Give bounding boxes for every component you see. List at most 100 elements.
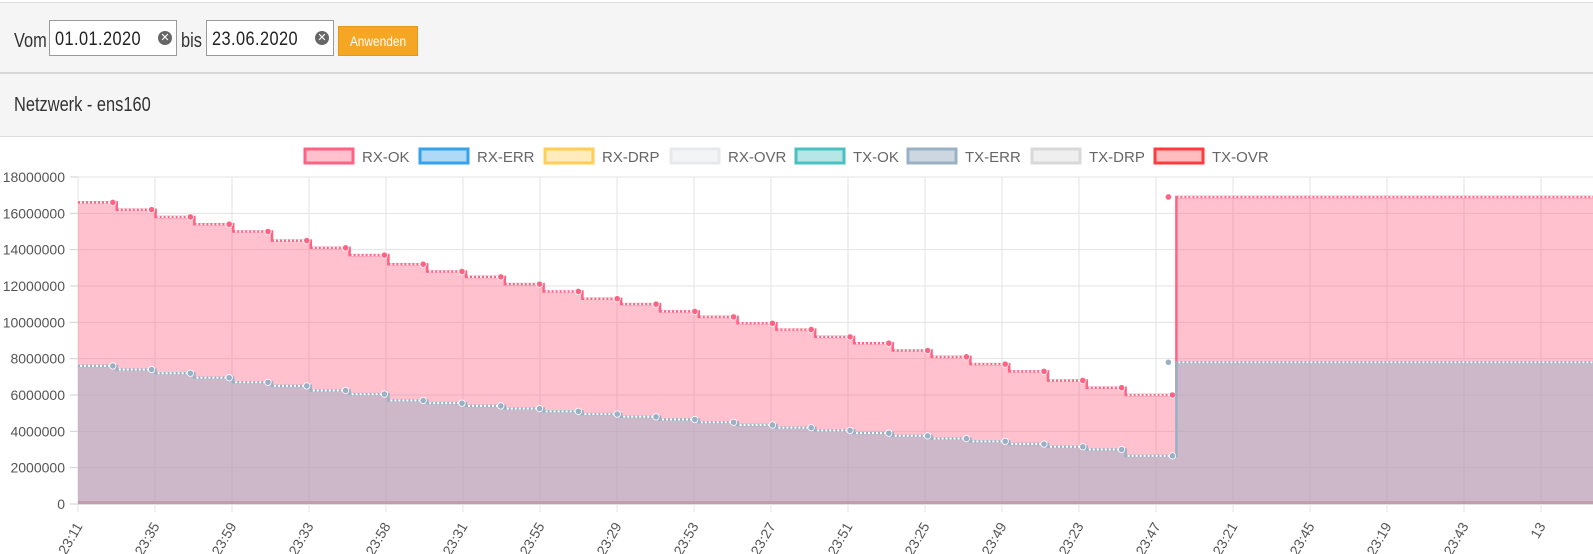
x-tick-label: 23:53 <box>670 519 701 554</box>
x-tick-label: 23:43 <box>1440 519 1471 554</box>
data-point-tx-err <box>729 418 738 426</box>
legend-label-rx-ovr: RX-OVR <box>728 149 787 166</box>
data-point-tx-err <box>768 421 777 429</box>
data-point-tx-err <box>962 434 971 443</box>
y-tick-label: 14000000 <box>3 242 66 258</box>
y-tick-label: 6000000 <box>10 387 65 403</box>
from-date-value: 01.01.2020 <box>55 29 142 50</box>
data-point-tx-err <box>807 424 815 432</box>
data-point-tx-err <box>109 362 117 370</box>
data-point-rx-ok <box>303 236 311 245</box>
x-tick-label: 23:35 <box>131 519 162 554</box>
data-point-tx-err <box>613 410 621 418</box>
apply-button-label: Anwenden <box>349 33 407 49</box>
data-point-rx-ok <box>458 267 466 276</box>
data-point-tx-err <box>574 407 583 415</box>
x-tick-label: 23:59 <box>208 519 239 554</box>
x-tick-label: 23:55 <box>516 519 547 554</box>
panel-header: Netzwerk - ens160 <box>0 74 1593 137</box>
x-tick-label: 23:49 <box>978 519 1009 554</box>
data-point-tx-err <box>846 426 854 435</box>
y-tick-label: 18000000 <box>3 169 66 185</box>
data-point-rx-ok <box>497 273 505 281</box>
data-point-tx-err <box>1164 358 1173 366</box>
data-point-rx-ok <box>535 280 544 288</box>
network-chart: RX-OK RX-ERR RX-DRP RX-OVR TX-OK TX-ERR TX-DRP… <box>3 147 1593 554</box>
data-point-tx-err <box>303 382 311 390</box>
x-tick-label: 23:58 <box>362 519 393 554</box>
legend-swatch-rx-ovr <box>669 147 721 165</box>
x-tick-label: 23:25 <box>901 519 932 554</box>
y-tick-label: 16000000 <box>3 205 66 221</box>
data-point-tx-err <box>186 369 194 377</box>
legend-label-tx-ok: TX-OK <box>853 149 899 166</box>
x-tick-label: 23:51 <box>824 519 855 554</box>
data-point-rx-ok <box>807 326 815 334</box>
legend-swatch-rx-err <box>418 147 470 165</box>
data-point-rx-ok <box>962 353 971 361</box>
data-point-tx-err <box>1168 452 1177 460</box>
data-point-tx-err <box>341 386 350 395</box>
from-date-input[interactable]: 01.01.2020 ✕ <box>49 20 177 56</box>
y-tick-label: 4000000 <box>10 423 65 439</box>
x-tick-label: 23:47 <box>1132 519 1163 554</box>
x-tick-label: 23:19 <box>1363 519 1394 554</box>
data-point-tx-err <box>1079 443 1087 451</box>
data-point-rx-ok <box>1079 376 1087 385</box>
legend-label-rx-err: RX-ERR <box>477 149 535 166</box>
data-point-tx-err <box>885 429 893 437</box>
legend-label-tx-err: TX-ERR <box>965 149 1021 166</box>
data-point-rx-ok <box>1001 360 1009 368</box>
data-point-rx-ok <box>652 300 660 308</box>
data-point-rx-ok <box>885 339 893 347</box>
y-tick-label: 2000000 <box>10 460 65 476</box>
to-date-input[interactable]: 23.06.2020 ✕ <box>206 20 334 56</box>
data-point-rx-ok <box>264 227 272 236</box>
data-point-rx-ok <box>186 213 194 221</box>
x-tick-label: 23:33 <box>285 519 316 554</box>
data-point-tx-err <box>923 432 932 440</box>
to-label: bis <box>181 30 202 52</box>
data-point-rx-ok <box>613 295 621 303</box>
data-point-rx-ok <box>341 244 350 252</box>
data-point-tx-err <box>458 399 466 407</box>
x-tick-label: 13 <box>1527 519 1549 541</box>
x-tick-label: 23:27 <box>747 519 778 554</box>
legend-swatch-tx-ovr <box>1153 147 1205 165</box>
legend-swatch-tx-ok <box>794 147 846 165</box>
clear-from-date-icon[interactable]: ✕ <box>158 31 172 45</box>
data-point-tx-err <box>225 374 233 382</box>
data-point-rx-ok <box>1168 391 1177 399</box>
clear-to-date-icon[interactable]: ✕ <box>315 31 329 45</box>
data-point-tx-err <box>1118 445 1126 454</box>
x-tick-label: 23:23 <box>1055 519 1086 554</box>
y-tick-label: 10000000 <box>3 314 66 330</box>
legend-label-rx-ok: RX-OK <box>362 149 410 166</box>
x-tick-label: 23:21 <box>1209 519 1240 554</box>
x-tick-label: 23:45 <box>1286 519 1317 554</box>
legend-label-tx-ovr: TX-OVR <box>1212 149 1269 166</box>
apply-button[interactable]: Anwenden <box>338 26 418 56</box>
y-tick-label: 8000000 <box>10 351 65 367</box>
x-tick-label: 23:31 <box>439 519 470 554</box>
data-point-rx-ok <box>846 333 854 341</box>
data-point-rx-ok <box>768 319 777 327</box>
legend-label-tx-drp: TX-DRP <box>1089 149 1145 166</box>
data-point-rx-ok <box>1040 367 1048 375</box>
data-point-tx-err <box>148 365 156 374</box>
data-point-tx-err <box>691 415 699 424</box>
data-point-tx-err <box>1001 437 1009 445</box>
data-point-rx-ok <box>1118 384 1126 392</box>
data-point-tx-err <box>535 405 544 413</box>
data-point-tx-err <box>419 396 427 405</box>
to-date-value: 23.06.2020 <box>212 29 299 50</box>
x-tick-label: 23:29 <box>593 519 624 554</box>
data-point-rx-ok <box>574 287 583 296</box>
legend-label-rx-drp: RX-DRP <box>602 149 660 166</box>
data-point-rx-ok <box>419 260 427 268</box>
y-tick-label: 12000000 <box>3 278 66 294</box>
legend-swatch-tx-drp <box>1030 147 1082 165</box>
data-point-rx-ok <box>225 220 233 228</box>
from-label: Vom <box>14 30 47 52</box>
date-filter-bar: Vom 01.01.2020 ✕ bis 23.06.2020 ✕ Anwend… <box>0 2 1593 74</box>
